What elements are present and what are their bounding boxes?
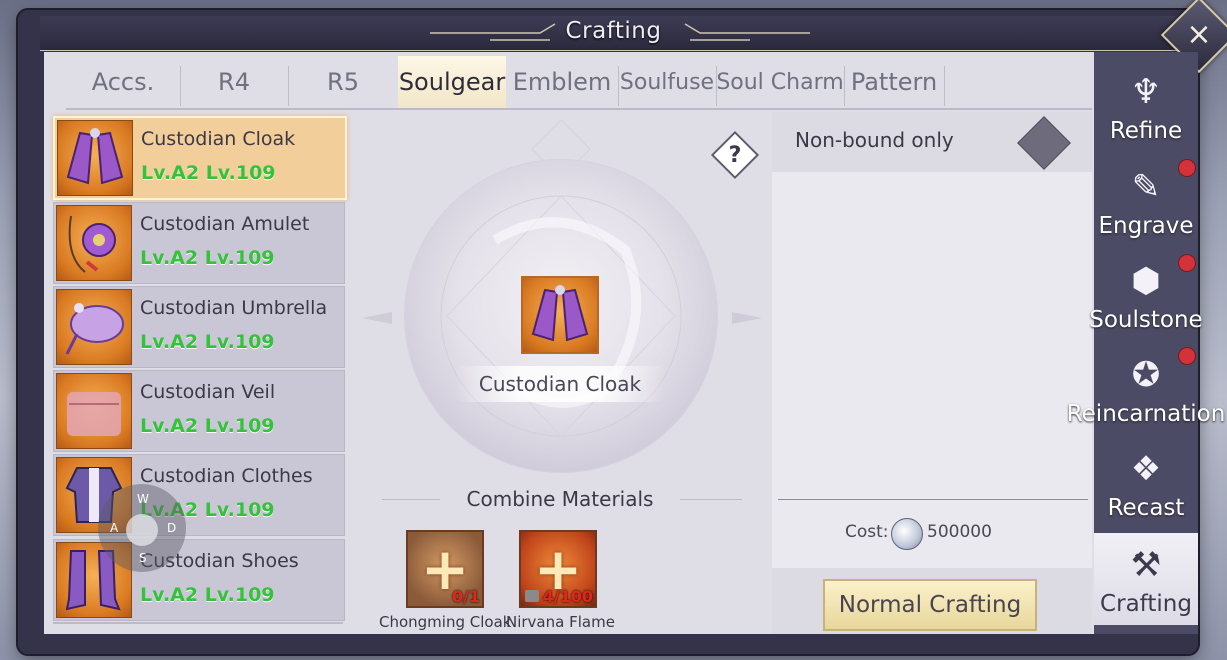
sidebar-label: Engrave — [1098, 213, 1194, 239]
item-name: Custodian Veil — [140, 381, 276, 403]
joystick-key-w: W — [137, 492, 149, 506]
sidebar-label: Recast — [1107, 495, 1185, 521]
joystick-key-s: S — [139, 551, 147, 565]
lock-icon — [525, 590, 539, 602]
info-divider — [778, 499, 1088, 500]
list-item-custodian-veil[interactable]: Custodian Veil Lv.A2 Lv.109 — [53, 370, 345, 452]
silver-coin-icon — [891, 518, 923, 550]
list-item-custodian-cloak[interactable]: Custodian Cloak Lv.A2 Lv.109 — [53, 116, 347, 200]
sidebar-label: Reincarnation — [1066, 401, 1226, 427]
engrave-notification-badge — [1179, 160, 1195, 176]
item-level: Lv.A2 Lv.109 — [141, 162, 276, 184]
veil-icon — [56, 373, 132, 449]
list-divider — [53, 622, 343, 624]
joystick-knob[interactable] — [126, 514, 158, 546]
question-icon: ? — [728, 142, 742, 168]
item-level: Lv.A2 Lv.109 — [140, 331, 275, 353]
selected-item-cloak-icon — [521, 276, 599, 354]
tab-emblem[interactable]: Emblem — [506, 56, 618, 108]
umbrella-icon — [56, 289, 132, 365]
tabs-divider — [66, 108, 1092, 110]
material-count: 0/1 — [451, 587, 480, 606]
tab-r4[interactable]: R4 — [180, 56, 288, 108]
material-slot-chongming-cloak[interactable]: + 0/1 — [406, 530, 484, 608]
normal-crafting-button[interactable]: Normal Crafting — [823, 579, 1037, 631]
soulstone-notification-badge — [1179, 255, 1195, 271]
material-name: Nirvana Flame — [506, 613, 615, 631]
category-tabs: Accs. R4 R5 Soulgear Emblem Soulfuse Sou… — [66, 56, 1092, 108]
material-name: Chongming Cloak — [379, 613, 512, 631]
item-level: Lv.A2 Lv.109 — [140, 247, 275, 269]
cost-label: Cost: — [845, 522, 889, 542]
crafting-hammer-icon: ⚒ — [1130, 545, 1162, 585]
sidebar-item-crafting[interactable]: ⚒ Crafting — [1094, 533, 1198, 625]
item-name: Custodian Clothes — [140, 465, 313, 487]
refine-icon: ♆ — [1130, 72, 1162, 112]
cloak-icon — [57, 120, 133, 196]
tab-soul-charm[interactable]: Soul Charm — [716, 56, 844, 108]
item-level: Lv.A2 Lv.109 — [140, 415, 275, 437]
tab-soulfuse[interactable]: Soulfuse — [618, 56, 716, 108]
tab-soulgear[interactable]: Soulgear — [398, 56, 506, 108]
amulet-icon — [56, 205, 132, 281]
reincarnation-notification-badge — [1179, 348, 1195, 364]
material-slot-nirvana-flame[interactable]: + 4/100 — [519, 530, 597, 608]
selected-item-name: Custodian Cloak — [455, 366, 665, 402]
recast-icon: ❖ — [1130, 449, 1162, 489]
joystick-key-a: A — [110, 521, 119, 535]
joystick-key-d: D — [167, 521, 177, 535]
list-item-custodian-shoes[interactable]: Custodian Shoes Lv.A2 Lv.109 — [53, 539, 345, 621]
sidebar-label: Crafting — [1100, 591, 1192, 617]
sidebar-label: Refine — [1109, 118, 1183, 144]
item-name: Custodian Cloak — [141, 128, 296, 150]
item-level: Lv.A2 Lv.109 — [140, 584, 275, 606]
tab-divider — [944, 66, 945, 106]
list-item-custodian-amulet[interactable]: Custodian Amulet Lv.A2 Lv.109 — [53, 202, 345, 284]
tab-pattern[interactable]: Pattern — [844, 56, 944, 108]
tab-r5[interactable]: R5 — [288, 56, 398, 108]
crafting-info-panel — [772, 112, 1092, 634]
sidebar-item-recast[interactable]: ❖ Recast — [1094, 437, 1198, 529]
combine-materials-label: Combine Materials — [440, 487, 680, 511]
tab-accs[interactable]: Accs. — [66, 56, 180, 108]
sidebar-item-refine[interactable]: ♆ Refine — [1094, 60, 1198, 152]
material-count: 4/100 — [542, 587, 593, 606]
list-item-custodian-umbrella[interactable]: Custodian Umbrella Lv.A2 Lv.109 — [53, 286, 345, 368]
sidebar-label: Soulstone — [1089, 307, 1203, 333]
cost-value: 500000 — [927, 522, 992, 542]
window-title: Crafting — [565, 18, 662, 44]
item-name: Custodian Amulet — [140, 213, 310, 235]
item-name: Custodian Umbrella — [140, 297, 328, 319]
list-item-custodian-clothes[interactable]: Custodian Clothes Lv.A2 Lv.109 — [53, 454, 345, 536]
non-bound-label: Non-bound only — [795, 128, 954, 152]
